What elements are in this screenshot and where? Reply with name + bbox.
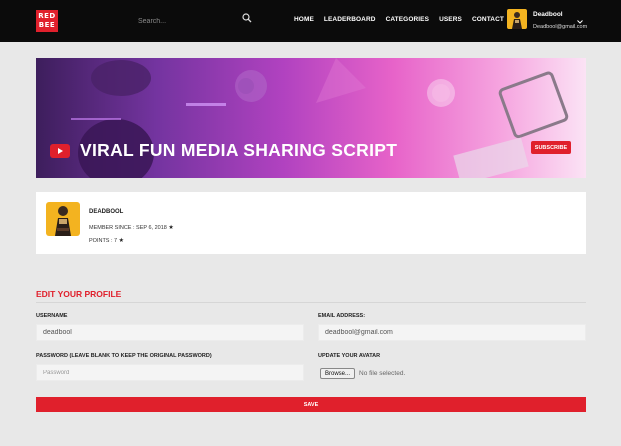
user-menu[interactable]: Deadbool Deadbool@gmail.com <box>507 8 587 32</box>
logo-line1: RED <box>38 12 56 20</box>
member-since: MEMBER SINCE : SEP 6, 2018 ★ <box>89 224 174 231</box>
points: POINTS : 7 ★ <box>89 237 124 244</box>
browse-button[interactable]: Browse... <box>320 368 356 379</box>
profile-name: DEADBOOL <box>89 209 124 215</box>
search-box <box>138 10 252 31</box>
nav-contact[interactable]: CONTACT <box>472 16 504 23</box>
password-label: PASSWORD (LEAVE BLANK TO KEEP THE ORIGIN… <box>36 353 212 359</box>
top-navbar: RED BEE HOME LEADERBOARD CATEGORIES USER… <box>0 0 621 42</box>
subscribe-button[interactable]: SUBSCRIBE <box>531 141 571 154</box>
star-icon: ★ <box>118 238 125 244</box>
edit-profile-title: EDIT YOUR PROFILE <box>36 289 122 299</box>
site-logo[interactable]: RED BEE <box>36 10 58 32</box>
user-email: Deadbool@gmail.com <box>533 24 588 30</box>
member-since-text: MEMBER SINCE : SEP 6, 2018 <box>89 225 167 231</box>
points-text: POINTS : 7 <box>89 238 118 244</box>
chevron-down-icon[interactable] <box>577 20 583 24</box>
save-button[interactable]: SAVE <box>36 397 586 412</box>
avatar-file-input: Browse... No file selected. <box>320 368 405 379</box>
email-field[interactable] <box>318 324 586 341</box>
email-label: EMAIL ADDRESS: <box>318 313 366 319</box>
profile-avatar <box>46 202 80 236</box>
profile-banner: VIRAL FUN MEDIA SHARING SCRIPT SUBSCRIBE <box>36 58 586 178</box>
section-divider <box>36 302 586 303</box>
password-field[interactable] <box>36 364 304 381</box>
user-figure-icon <box>55 206 71 236</box>
nav-categories[interactable]: CATEGORIES <box>386 16 430 23</box>
user-name: Deadbool <box>533 11 563 18</box>
avatar-label: UPDATE YOUR AVATAR <box>318 353 381 359</box>
banner-title: VIRAL FUN MEDIA SHARING SCRIPT <box>80 140 398 160</box>
username-label: USERNAME <box>36 313 68 319</box>
user-figure-icon <box>512 12 522 29</box>
no-file-text: No file selected. <box>359 370 406 377</box>
logo-line2: BEE <box>38 21 56 29</box>
search-input[interactable] <box>138 12 252 31</box>
nav-leaderboard[interactable]: LEADERBOARD <box>324 16 376 23</box>
profile-card: DEADBOOL MEMBER SINCE : SEP 6, 2018 ★ PO… <box>36 192 586 254</box>
nav-users[interactable]: USERS <box>439 16 462 23</box>
avatar <box>507 9 527 29</box>
search-icon[interactable] <box>242 13 252 23</box>
username-field[interactable] <box>36 324 304 341</box>
star-icon: ★ <box>168 225 174 231</box>
youtube-icon <box>50 144 70 158</box>
main-nav: HOME LEADERBOARD CATEGORIES USERS CONTAC… <box>294 16 514 23</box>
nav-home[interactable]: HOME <box>294 16 314 23</box>
